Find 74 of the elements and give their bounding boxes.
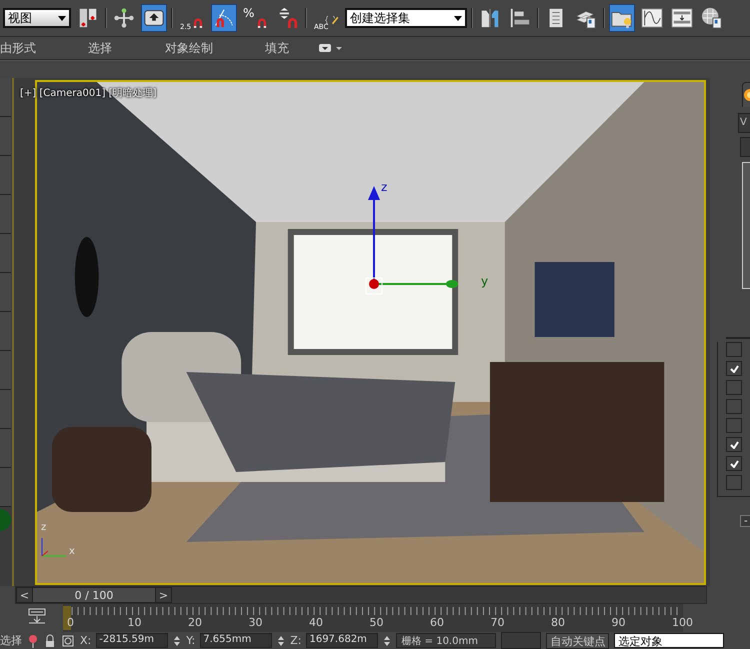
ribbon-tab[interactable]: 选择 [88, 40, 112, 56]
frame-number: 70 [490, 616, 506, 629]
mirror-icon [479, 7, 501, 29]
coordinate-field[interactable]: 7.655mm [200, 633, 272, 648]
checkbox[interactable] [726, 418, 742, 433]
align-icon [509, 7, 531, 29]
coordinate-field[interactable]: 1697.682m [306, 633, 378, 648]
key-mode-icon [28, 608, 46, 624]
coordinate-label: Z: [290, 634, 302, 647]
frame-number: 100 [672, 616, 694, 629]
auto-key-button[interactable]: 自动关键点 [546, 632, 610, 648]
frame-number: 40 [309, 616, 324, 629]
checkbox[interactable] [726, 361, 742, 376]
frame-number: 20 [188, 616, 203, 629]
checkbox[interactable] [726, 342, 742, 357]
percent-snap-button[interactable]: % [241, 4, 271, 32]
checkbox[interactable] [726, 475, 742, 490]
coordinate-field[interactable]: -2815.59m [96, 633, 168, 648]
frame-number: 90 [612, 616, 626, 629]
select-object-icon [143, 7, 165, 29]
viewport-icon [77, 7, 99, 29]
pin-icon [27, 634, 39, 648]
axis-tripod-icon [39, 538, 69, 558]
axis-label: y [481, 274, 488, 288]
lock-icon [44, 634, 56, 648]
angle-snap-button[interactable] [211, 4, 237, 32]
frame-number: 30 [248, 616, 264, 629]
checkbox[interactable] [726, 380, 742, 395]
input-field[interactable]: V [738, 113, 750, 133]
axis-label: z [41, 522, 46, 533]
previous-frame-button[interactable]: < [17, 588, 33, 602]
scene-explorer-button[interactable] [609, 4, 635, 32]
check-icon [730, 440, 738, 448]
ribbon-tab[interactable]: 对象绘制 [165, 40, 213, 56]
frame-number: 80 [551, 616, 566, 629]
collapse-button[interactable]: - [740, 515, 750, 527]
dropdown[interactable]: 创建选择集 [345, 8, 467, 28]
time-slider[interactable]: < 0 / 100 > [15, 586, 707, 604]
frame-number: 10 [128, 616, 142, 629]
prompt-text: 选择 [0, 633, 22, 648]
spinner-icon [173, 634, 182, 648]
check-icon [730, 364, 738, 372]
check-icon [730, 460, 738, 468]
frame-number: 0 [67, 616, 75, 629]
caret-icon [58, 16, 66, 20]
caret-icon [454, 16, 462, 20]
axis-label: x [69, 546, 75, 557]
coordinate-label: Y: [186, 634, 196, 647]
frame-number: 50 [370, 616, 384, 629]
dropdown[interactable]: 视图 [3, 8, 71, 28]
spinner-icon [277, 634, 286, 648]
frame-counter: 0 / 100 [74, 588, 114, 602]
move-icon [113, 7, 135, 29]
curve-editor-icon [641, 7, 663, 29]
checkbox[interactable] [726, 399, 742, 414]
grid-size: 栅格 = 10.0mm [396, 633, 496, 648]
select-button[interactable] [141, 4, 167, 32]
ribbon-tab[interactable]: 填充 [265, 40, 289, 56]
next-frame-button[interactable]: > [155, 588, 171, 602]
key-filter-dropdown[interactable]: 选定对象 [614, 633, 724, 648]
ribbon-tab[interactable]: 由形式 [0, 40, 36, 56]
axis-label: z [381, 180, 388, 194]
dropdown-icon[interactable] [319, 43, 343, 53]
time-slider-thumb[interactable]: < 0 / 100 > [16, 587, 172, 603]
coordinate-label: X: [80, 634, 92, 647]
spinner-icon [383, 634, 392, 648]
target-icon [61, 634, 75, 648]
schematic-icon [671, 7, 693, 29]
checkbox[interactable] [726, 456, 742, 471]
frame-number: 60 [430, 616, 445, 629]
checkbox[interactable] [726, 437, 742, 452]
magnet-icon [277, 7, 299, 29]
angle-snap-icon [213, 7, 235, 29]
material-icon [701, 7, 723, 29]
